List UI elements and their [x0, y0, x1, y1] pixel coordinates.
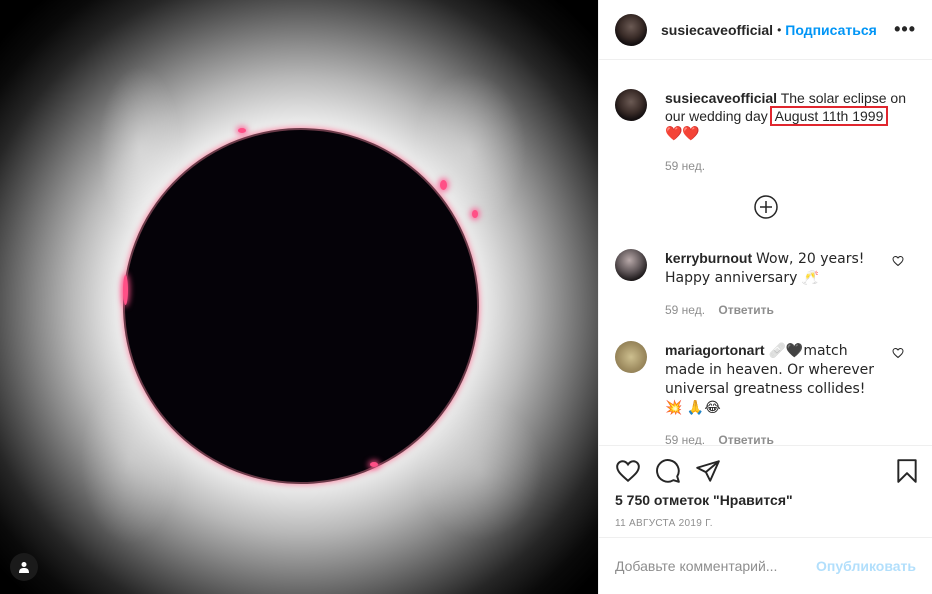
caption-highlighted-date: August 11th 1999	[769, 106, 889, 126]
list-item: kerryburnout Wow, 20 years! Happy annive…	[615, 249, 916, 319]
comment-icon[interactable]	[655, 458, 681, 484]
likes-count[interactable]: 5 750 отметок "Нравится"	[599, 484, 932, 508]
post-date[interactable]: 11 АВГУСТА 2019 Г.	[599, 508, 932, 529]
post-actions: 5 750 отметок "Нравится" 11 АВГУСТА 2019…	[599, 445, 932, 593]
like-heart-icon[interactable]	[615, 458, 641, 484]
avatar[interactable]	[615, 13, 647, 46]
comment-time[interactable]: 59 нед.	[665, 303, 705, 317]
caption: susiecaveofficial The solar eclipse on o…	[615, 89, 916, 175]
reply-button[interactable]: Ответить	[718, 303, 773, 317]
like-comment-icon[interactable]	[892, 255, 904, 267]
post-header: susiecaveofficial • Подписаться •••	[599, 0, 932, 60]
comment-username[interactable]: kerryburnout	[665, 250, 752, 266]
comment-composer: Добавьте комментарий... Опубликовать	[599, 537, 932, 593]
follow-button[interactable]: Подписаться	[785, 22, 877, 38]
bookmark-icon[interactable]	[894, 458, 920, 484]
avatar[interactable]	[615, 341, 647, 373]
tagged-users-button[interactable]	[10, 553, 38, 581]
avatar[interactable]	[615, 249, 647, 281]
post-sidebar: susiecaveofficial • Подписаться ••• susi…	[598, 0, 932, 594]
caption-username[interactable]: susiecaveofficial	[665, 90, 777, 106]
post-photo[interactable]	[0, 0, 598, 594]
post-comment-button[interactable]: Опубликовать	[816, 558, 916, 574]
author-username[interactable]: susiecaveofficial	[661, 22, 773, 38]
list-item: mariagortonart 🩹🖤match made in heaven. O…	[615, 341, 916, 445]
comment-time[interactable]: 59 нед.	[665, 433, 705, 445]
avatar[interactable]	[615, 89, 647, 121]
user-icon	[19, 562, 29, 573]
comment-input[interactable]: Добавьте комментарий...	[615, 558, 777, 574]
caption-time[interactable]: 59 нед.	[665, 157, 916, 175]
reply-button[interactable]: Ответить	[718, 433, 773, 445]
caption-emoji: ❤️❤️	[665, 126, 700, 142]
more-options-icon[interactable]: •••	[894, 19, 916, 40]
like-comment-icon[interactable]	[892, 347, 904, 359]
comments-list: susiecaveofficial The solar eclipse on o…	[599, 61, 932, 445]
plus-circle-icon	[753, 195, 778, 219]
comment-username[interactable]: mariagortonart	[665, 342, 765, 358]
load-more-comments-button[interactable]	[615, 195, 916, 219]
share-icon[interactable]	[695, 458, 721, 484]
